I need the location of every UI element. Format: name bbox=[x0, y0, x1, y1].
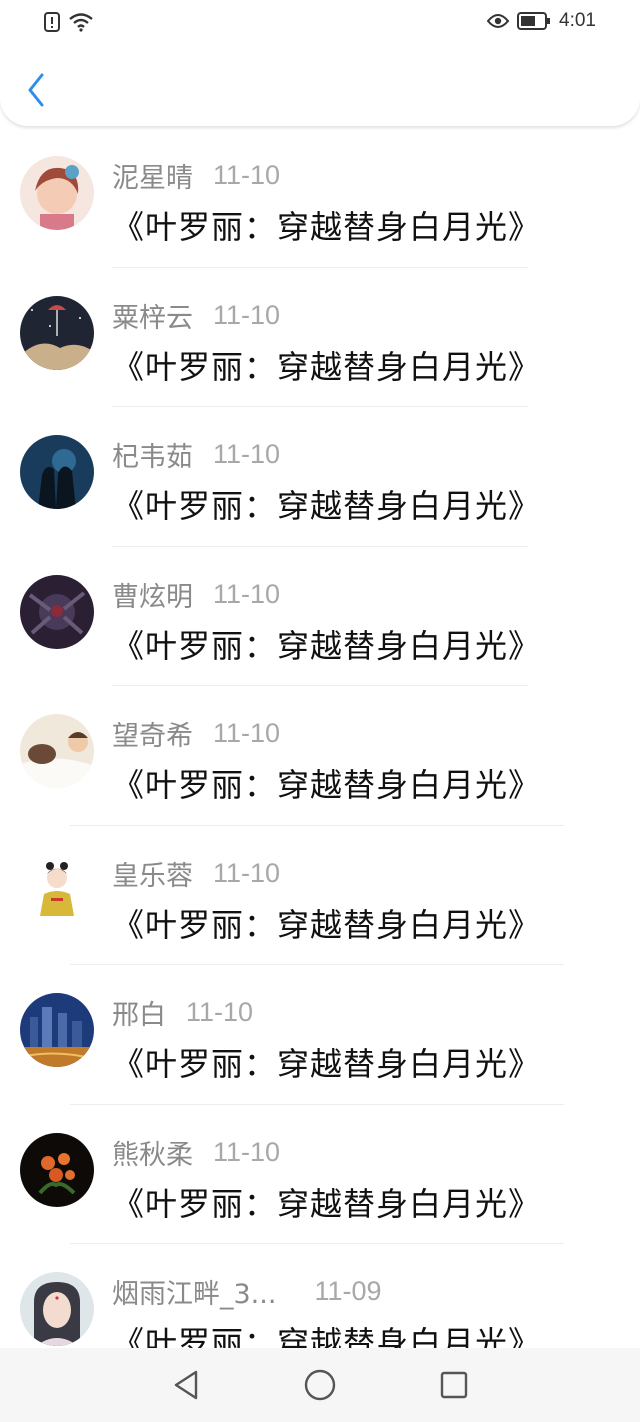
message-text: 《叶罗丽：穿越替身白月光》 bbox=[112, 1184, 542, 1223]
message-text: 《叶罗丽：穿越替身白月光》 bbox=[112, 208, 542, 246]
name-row: 熊秋柔 11-10 bbox=[112, 1133, 280, 1172]
avatar[interactable] bbox=[20, 993, 94, 1067]
recent-square-icon bbox=[440, 1371, 468, 1399]
user-name[interactable]: 皇乐蓉 bbox=[112, 854, 193, 893]
nav-back-button[interactable] bbox=[164, 1363, 208, 1407]
name-row: 杞韦茹 11-10 bbox=[112, 435, 280, 474]
status-time: 4:01 bbox=[559, 10, 596, 31]
list-item[interactable]: 杞韦茹 11-10 《叶罗丽：穿越替身白月光》 bbox=[0, 407, 640, 547]
comment-date: 11-10 bbox=[213, 439, 281, 469]
message-text: 《叶罗丽：穿越替身白月光》 bbox=[112, 487, 542, 525]
message-text: 《叶罗丽：穿越替身白月光》 bbox=[112, 766, 542, 804]
name-row: 粟梓云 11-10 bbox=[112, 296, 280, 335]
comment-date: 11-10 bbox=[213, 299, 281, 330]
status-left bbox=[44, 12, 94, 32]
comment-date: 11-10 bbox=[213, 578, 281, 609]
list-item[interactable]: 粟梓云 11-10 《叶罗丽：穿越替身白月光》 bbox=[0, 268, 640, 407]
list-item[interactable]: 曹炫明 11-10 《叶罗丽：穿越替身白月光》 bbox=[0, 547, 640, 686]
message-text: 《叶罗丽：穿越替身白月光》 bbox=[112, 347, 542, 386]
comment-date: 11-10 bbox=[213, 857, 281, 888]
avatar[interactable] bbox=[20, 156, 94, 230]
name-row: 泥星晴 11-10 bbox=[112, 156, 280, 195]
avatar[interactable] bbox=[20, 574, 94, 649]
nav-home-button[interactable] bbox=[298, 1363, 342, 1407]
avatar[interactable] bbox=[20, 1132, 94, 1207]
user-name[interactable]: 杞韦茹 bbox=[112, 435, 193, 474]
list-item[interactable]: 邢白 11-10 《叶罗丽：穿越替身白月光》 bbox=[0, 965, 640, 1105]
back-triangle-icon bbox=[174, 1370, 198, 1400]
name-row: 邢白 11-10 bbox=[112, 993, 253, 1032]
name-row: 烟雨江畔_3... 11-09 bbox=[112, 1272, 382, 1311]
home-circle-icon bbox=[304, 1369, 336, 1401]
list-item[interactable]: 皇乐蓉 11-10 《叶罗丽：穿越替身白月光》 bbox=[0, 826, 640, 965]
chevron-left-icon bbox=[28, 73, 44, 107]
user-name[interactable]: 泥星晴 bbox=[112, 156, 193, 195]
avatar[interactable] bbox=[20, 853, 94, 928]
comment-date: 11-10 bbox=[213, 1136, 281, 1167]
comment-date: 11-10 bbox=[213, 160, 281, 190]
user-name[interactable]: 邢白 bbox=[112, 993, 166, 1032]
nav-recent-button[interactable] bbox=[432, 1363, 476, 1407]
user-name[interactable]: 熊秋柔 bbox=[112, 1133, 193, 1172]
avatar[interactable] bbox=[20, 435, 94, 509]
system-nav-bar bbox=[0, 1348, 640, 1422]
comment-list: 泥星晴 11-10 《叶罗丽：穿越替身白月光》 粟梓云 11-10 《叶罗丽：穿… bbox=[0, 128, 640, 1384]
list-item[interactable]: 望奇希 11-10 《叶罗丽：穿越替身白月光》 bbox=[0, 686, 640, 826]
comment-date: 11-09 bbox=[314, 1276, 382, 1306]
user-name[interactable]: 曹炫明 bbox=[112, 575, 193, 614]
user-name[interactable]: 望奇希 bbox=[112, 714, 193, 753]
list-item[interactable]: 泥星晴 11-10 《叶罗丽：穿越替身白月光》 bbox=[0, 128, 640, 268]
alert-icon bbox=[44, 12, 60, 32]
status-right: 4:01 bbox=[487, 10, 596, 32]
user-name[interactable]: 烟雨江畔_3... bbox=[112, 1272, 276, 1311]
battery-icon bbox=[517, 12, 551, 30]
avatar[interactable] bbox=[20, 714, 94, 788]
header bbox=[0, 46, 640, 126]
message-text: 《叶罗丽：穿越替身白月光》 bbox=[112, 905, 542, 944]
list-item[interactable]: 熊秋柔 11-10 《叶罗丽：穿越替身白月光》 bbox=[0, 1105, 640, 1244]
back-button[interactable] bbox=[18, 70, 54, 110]
name-row: 曹炫明 11-10 bbox=[112, 575, 280, 614]
avatar[interactable] bbox=[20, 1272, 94, 1346]
name-row: 望奇希 11-10 bbox=[112, 714, 280, 753]
message-text: 《叶罗丽：穿越替身白月光》 bbox=[112, 626, 542, 665]
name-row: 皇乐蓉 11-10 bbox=[112, 854, 280, 893]
avatar[interactable] bbox=[20, 295, 94, 370]
comment-date: 11-10 bbox=[186, 997, 254, 1027]
comment-date: 11-10 bbox=[213, 718, 281, 748]
user-name[interactable]: 粟梓云 bbox=[112, 296, 193, 335]
wifi-icon bbox=[69, 13, 93, 32]
eye-icon bbox=[487, 14, 510, 28]
message-text: 《叶罗丽：穿越替身白月光》 bbox=[112, 1045, 542, 1083]
status-bar: 4:01 bbox=[0, 0, 640, 46]
